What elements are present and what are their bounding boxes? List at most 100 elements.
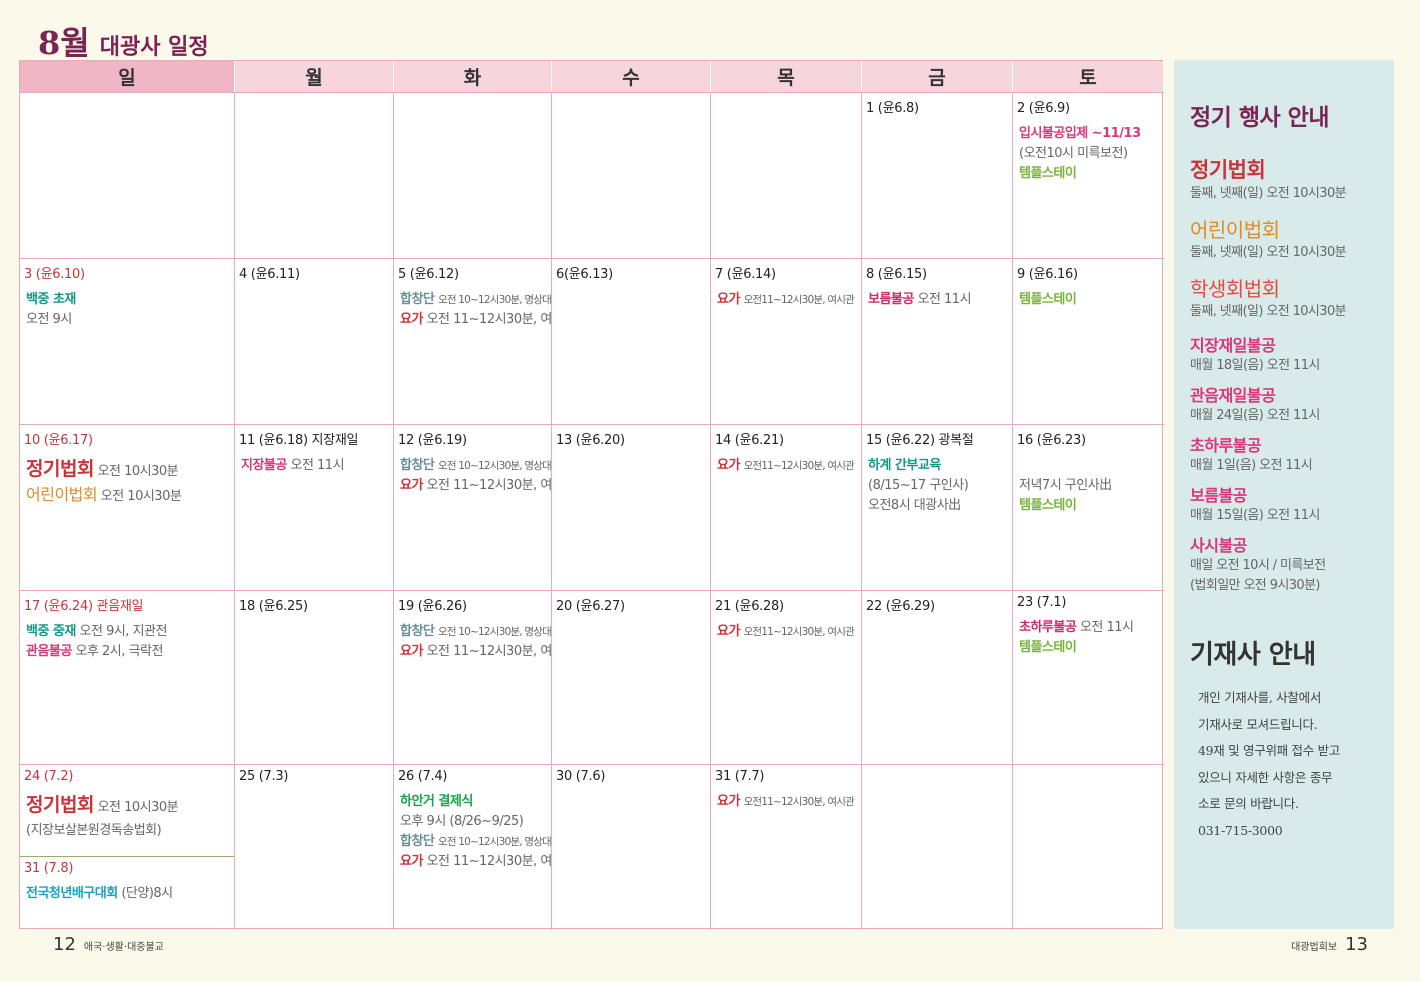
event-name: 정기법회 [26,458,94,480]
day-date: 7 (윤6.14) [715,267,776,282]
event-name: 정기법회 [26,794,94,816]
event-name: 입시불공입제 ~11/13 [1019,126,1141,141]
day-cell: 3 (윤6.10) 백중 초재 오전 9시 [20,258,235,424]
day-cell: 11 (윤6.18) 지장재일 지장불공 오전 11시 [235,424,394,590]
event-name: 요가 [400,854,423,869]
day-cell: 18 (윤6.25) [235,590,394,764]
event-detail: (8/15~17 구인사) [868,478,969,493]
regular-event: 정기법회 둘째, 넷째(일) 오전 10시30분 [1190,154,1380,204]
regular-event-desc: 둘째, 넷째(일) 오전 10시30분 [1190,245,1347,260]
event-name: 지장불공 [241,458,287,473]
event-detail: 저녁7시 구인사出 [1019,478,1112,493]
event-name: 합창단 [400,624,435,639]
day-date: 21 (윤6.28) [715,599,784,614]
event-line: 요가 오전11~12시30분, 여시관 [715,622,857,642]
event-detail: 오전 9시, 지관전 [79,624,168,639]
day-cell: 6(윤6.13) [552,258,711,424]
jaesa-line: 기재사로 모셔드립니다. [1198,716,1318,732]
regular-event-name: 정기법회 [1190,158,1266,182]
event-name: 보름불공 [868,292,914,307]
event-line: 합창단 오전 10~12시30분, 명상대강의실 [398,456,551,476]
event-detail: 오전 10시30분 [97,464,179,479]
event-line: 오전8시 대광사出 [866,496,1008,516]
event-detail: 오전 11~12시30분, 여시관 [426,644,552,659]
day-cell: 24 (7.2) 정기법회 오전 10시30분 (지장보살본원경독송법회) [20,765,234,857]
regular-event-desc: 매일 오전 10시 / 미륵보전 [1190,558,1326,573]
day-cell: 19 (윤6.26) 합창단 오전 10~12시30분, 명상대강의실요가 오전 … [394,590,552,764]
jaesa-info: 개인 기재사를, 사찰에서기재사로 모셔드립니다. 49재 및 영구위패 접수 받… [1190,685,1380,844]
title-text: 대광사 일정 [99,35,209,60]
event-line: 템플스테이 [1017,290,1160,310]
event-name: 요가 [400,644,423,659]
event-line: 어린이법회 오전 10시30분 [24,485,230,507]
event-line: 템플스테이 [1017,164,1160,184]
event-detail: 오전 10시30분 [100,489,182,504]
page-title: 8월 대광사 일정 [38,18,209,62]
day-cell: 1 (윤6.8) [862,92,1013,258]
event-detail: (오전10시 미륵보전) [1019,146,1128,161]
day-cell [394,92,552,258]
jaesa-line: 개인 기재사를, 사찰에서 [1198,690,1322,705]
event-line: 요가 오전 11~12시30분, 여시관 [398,476,551,496]
day-cell [235,92,394,258]
event-name: 요가 [717,458,740,473]
event-detail: 오전8시 대광사出 [868,498,961,513]
day-date: 20 (윤6.27) [556,599,625,614]
event-line: 템플스테이 [1017,496,1160,516]
event-detail: 오후 9시 (8/26~9/25) [400,814,524,829]
jaesa-line: 49재 및 영구위패 접수 받고 [1198,743,1340,758]
regular-event-name: 어린이법회 [1190,218,1280,242]
day-cell: 10 (윤6.17) 정기법회 오전 10시30분 어린이법회 오전 10시30분 [20,424,235,590]
event-line: 요가 오전11~12시30분, 여시관 [715,456,857,476]
event-name: 템플스테이 [1019,166,1077,181]
day-date: 30 (7.6) [556,769,606,784]
event-line: 요가 오전11~12시30분, 여시관 [715,290,857,310]
event-name: 하안거 결제식 [400,794,473,809]
event-name: 합창단 [400,458,435,473]
event-line: 오후 9시 (8/26~9/25) [398,812,547,832]
event-name: 합창단 [400,292,435,307]
event-line: 보름불공 오전 11시 [866,290,1008,310]
day-cell: 26 (7.4) 하안거 결제식 오후 9시 (8/26~9/25) 합창단 오전 1… [394,764,552,930]
event-list: 정기법회 둘째, 넷째(일) 오전 10시30분어린이법회둘째, 넷째(일) 오전… [1190,154,1380,596]
day-date: 15 (윤6.22) 광복절 [866,433,974,448]
day-date: 8 (윤6.15) [866,267,927,282]
event-line: 템플스테이 [1017,638,1160,658]
event-name: 전국청년배구대회 [26,886,118,901]
event-name: 백중 중재 [26,624,76,639]
day-cell: 8 (윤6.15) 보름불공 오전 11시 [862,258,1013,424]
event-line: 요가 오전11~12시30분, 여시관 [715,792,857,812]
regular-event: 학생회법회 둘째, 넷째(일) 오전 10시30분 [1190,273,1380,322]
event-line: 합창단 오전 10~12시30분, 명상대강의실 [398,290,551,310]
regular-event: 보름불공 매월 15일(음) 오전 11시 [1190,482,1380,526]
day-cell: 20 (윤6.27) [552,590,711,764]
day-date: 16 (윤6.23) [1017,433,1086,448]
day-date: 23 (7.1) [1017,595,1067,610]
event-line: 하안거 결제식 [398,792,547,812]
event-detail: 오전11~12시30분, 여시관 [743,460,855,472]
event-name: 템플스테이 [1019,498,1077,513]
event-line: 정기법회 오전 10시30분 [24,456,230,485]
event-line: (오전10시 미륵보전) [1017,144,1160,164]
day-cell: 13 (윤6.20) [552,424,711,590]
event-line: 백중 초재 [24,290,230,310]
day-cell: 25 (7.3) [235,764,394,930]
day-date: 14 (윤6.21) [715,433,784,448]
event-name: 하계 간부교육 [868,458,941,473]
event-detail: 오전 11~12시30분, 여시관 [426,478,552,493]
event-detail: 오전 11시 [1079,620,1134,635]
day-date: 10 (윤6.17) [24,433,93,448]
day-date: 2 (윤6.9) [1017,101,1070,116]
regular-event: 지장재일불공 매월 18일(음) 오전 11시 [1190,332,1380,376]
event-detail: 오전 11~12시30분, 여시관 [426,312,552,327]
event-line: 지장불공 오전 11시 [239,456,389,476]
weekday-header: 일 [20,61,235,92]
day-cell: 12 (윤6.19) 합창단 오전 10~12시30분, 명상대강의실요가 오전 … [394,424,552,590]
event-name: 요가 [400,312,423,327]
day-cell: 22 (윤6.29) [862,590,1013,764]
event-name: 템플스테이 [1019,292,1077,307]
regular-event-name: 관음재일불공 [1190,386,1276,405]
day-date: 24 (7.2) [24,769,74,784]
day-date: 1 (윤6.8) [866,101,919,116]
day-cell: 31 (7.8) 전국청년배구대회 (단양)8시 [20,857,234,904]
